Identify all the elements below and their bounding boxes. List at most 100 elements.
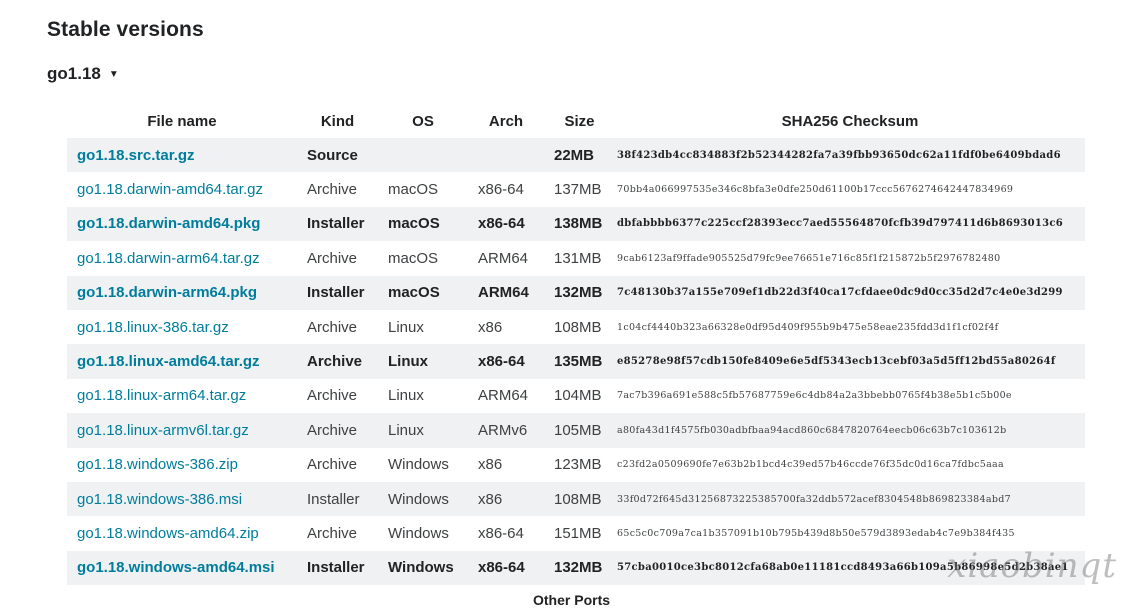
cell-checksum: 70bb4a066997535e346c8bfa3e0dfe250d61100b…: [615, 172, 1085, 207]
header-kind: Kind: [320, 112, 355, 130]
table-row: go1.18.darwin-amd64.tar.gz Archive macOS x8…: [67, 172, 1085, 207]
header-file-name: File name: [147, 112, 217, 130]
cell-os: macOS: [378, 241, 468, 276]
table-row: go1.18.linux-arm64.tar.gz Archive Linux ARM…: [67, 378, 1085, 414]
download-link[interactable]: go1.18.darwin-arm64.tar.gz: [77, 250, 260, 267]
cell-kind: Source: [297, 138, 378, 173]
cell-kind: Archive: [297, 172, 378, 207]
cell-kind: Archive: [297, 378, 378, 414]
table-row: go1.18.linux-386.tar.gz Archive Linux x86 10…: [67, 309, 1085, 345]
cell-os: Linux: [378, 378, 468, 414]
cell-file-name: go1.18.linux-amd64.tar.gz: [67, 344, 297, 379]
cell-kind: Archive: [297, 413, 378, 448]
cell-file-name: go1.18.src.tar.gz: [67, 138, 297, 173]
download-link[interactable]: go1.18.darwin-arm64.pkg: [77, 284, 257, 301]
cell-file-name: go1.18.darwin-arm64.tar.gz: [67, 241, 297, 276]
cell-kind: Installer: [297, 206, 378, 242]
cell-checksum: 1c04cf4440b323a66328e0df95d409f955b9b475…: [615, 309, 1085, 345]
cell-checksum: e85278e98f57cdb150fe8409e6e5df5343ecb13c…: [615, 344, 1085, 379]
watermark: xiaobinqt: [947, 546, 1117, 586]
header-size: Size: [564, 112, 595, 130]
cell-checksum: 38f423db4cc834883f2b52344282fa7a39fbb936…: [615, 138, 1085, 173]
cell-arch: [468, 138, 544, 173]
cell-size: 135MB: [544, 344, 615, 379]
cell-size: 132MB: [544, 550, 615, 586]
cell-os: Linux: [378, 413, 468, 448]
cell-arch: x86: [468, 481, 544, 517]
table-row: go1.18.windows-386.zip Archive Windows x86 1…: [67, 447, 1085, 482]
cell-size: 151MB: [544, 516, 615, 551]
other-ports-heading: Other Ports: [533, 592, 611, 608]
download-link[interactable]: go1.18.windows-amd64.msi: [77, 559, 275, 576]
cell-file-name: go1.18.windows-amd64.zip: [67, 516, 297, 551]
download-link[interactable]: go1.18.linux-386.tar.gz: [77, 319, 229, 336]
download-link[interactable]: go1.18.windows-386.msi: [77, 491, 242, 508]
cell-os: Linux: [378, 344, 468, 379]
cell-file-name: go1.18.darwin-amd64.pkg: [67, 206, 297, 242]
cell-os: Windows: [378, 447, 468, 482]
cell-os: [378, 138, 468, 173]
cell-file-name: go1.18.darwin-amd64.tar.gz: [67, 172, 297, 207]
cell-kind: Installer: [297, 481, 378, 517]
cell-os: macOS: [378, 275, 468, 310]
cell-kind: Installer: [297, 275, 378, 310]
download-link[interactable]: go1.18.darwin-amd64.tar.gz: [77, 181, 263, 198]
table-row: go1.18.windows-386.msi Installer Windows x8…: [67, 481, 1085, 517]
cell-file-name: go1.18.windows-amd64.msi: [67, 550, 297, 586]
cell-arch: ARM64: [468, 275, 544, 310]
cell-checksum: 7c48130b37a155e709ef1db22d3f40ca17cfdaee…: [615, 275, 1085, 310]
table-row: go1.18.windows-amd64.zip Archive Windows x8…: [67, 516, 1085, 551]
version-toggle[interactable]: go1.18 ▼: [47, 64, 119, 84]
cell-size: 105MB: [544, 413, 615, 448]
cell-checksum: 33f0d72f645d31256873225385700fa32ddb572a…: [615, 481, 1085, 517]
downloads-table: File name Kind OS Arch Size SHA256 Check…: [67, 104, 1085, 586]
cell-size: 137MB: [544, 172, 615, 207]
cell-checksum: c23fd2a0509690fe7e63b2b1bcd4c39ed57b46cc…: [615, 447, 1085, 482]
cell-checksum: 7ac7b396a691e588c5fb57687759e6c4db84a2a3…: [615, 378, 1085, 414]
table-row: go1.18.src.tar.gz Source 22MB 38f423db4cc83…: [67, 138, 1085, 173]
cell-kind: Archive: [297, 447, 378, 482]
caret-down-icon: ▼: [108, 68, 119, 80]
cell-os: Windows: [378, 516, 468, 551]
cell-file-name: go1.18.darwin-arm64.pkg: [67, 275, 297, 310]
cell-size: 123MB: [544, 447, 615, 482]
cell-file-name: go1.18.linux-arm64.tar.gz: [67, 378, 297, 414]
table-row: go1.18.darwin-arm64.pkg Installer macOS ARM…: [67, 275, 1085, 310]
header-checksum: SHA256 Checksum: [781, 112, 919, 130]
download-link[interactable]: go1.18.linux-amd64.tar.gz: [77, 353, 260, 370]
cell-arch: ARMv6: [468, 413, 544, 448]
cell-checksum: 9cab6123af9ffade905525d79fc9ee76651e716c…: [615, 241, 1085, 276]
header-arch: Arch: [488, 112, 524, 130]
cell-arch: x86-64: [468, 344, 544, 379]
cell-checksum: dbfabbbb6377c225ccf28393ecc7aed55564870f…: [615, 206, 1085, 242]
download-link[interactable]: go1.18.src.tar.gz: [77, 147, 195, 164]
header-os: OS: [412, 112, 434, 130]
download-link[interactable]: go1.18.windows-amd64.zip: [77, 525, 259, 542]
cell-arch: x86-64: [468, 550, 544, 586]
cell-size: 108MB: [544, 481, 615, 517]
cell-arch: x86-64: [468, 172, 544, 207]
table-row: go1.18.linux-amd64.tar.gz Archive Linux x86…: [67, 344, 1085, 379]
section-title: Stable versions: [47, 18, 204, 41]
cell-size: 22MB: [544, 138, 615, 173]
cell-file-name: go1.18.windows-386.msi: [67, 481, 297, 517]
table-header-row: File name Kind OS Arch Size SHA256 Check…: [67, 104, 1085, 138]
cell-kind: Archive: [297, 241, 378, 276]
cell-file-name: go1.18.linux-386.tar.gz: [67, 309, 297, 345]
cell-kind: Archive: [297, 344, 378, 379]
version-label: go1.18: [47, 64, 101, 83]
cell-arch: x86: [468, 309, 544, 345]
cell-size: 104MB: [544, 378, 615, 414]
download-link[interactable]: go1.18.darwin-amd64.pkg: [77, 215, 260, 232]
cell-size: 132MB: [544, 275, 615, 310]
cell-os: macOS: [378, 206, 468, 242]
cell-arch: ARM64: [468, 378, 544, 414]
download-link[interactable]: go1.18.linux-arm64.tar.gz: [77, 387, 246, 404]
cell-arch: x86: [468, 447, 544, 482]
cell-arch: x86-64: [468, 516, 544, 551]
download-link[interactable]: go1.18.windows-386.zip: [77, 456, 238, 473]
cell-arch: x86-64: [468, 206, 544, 242]
download-link[interactable]: go1.18.linux-armv6l.tar.gz: [77, 422, 249, 439]
cell-checksum: a80fa43d1f4575fb030adbfbaa94acd860c68478…: [615, 413, 1085, 448]
cell-file-name: go1.18.linux-armv6l.tar.gz: [67, 413, 297, 448]
